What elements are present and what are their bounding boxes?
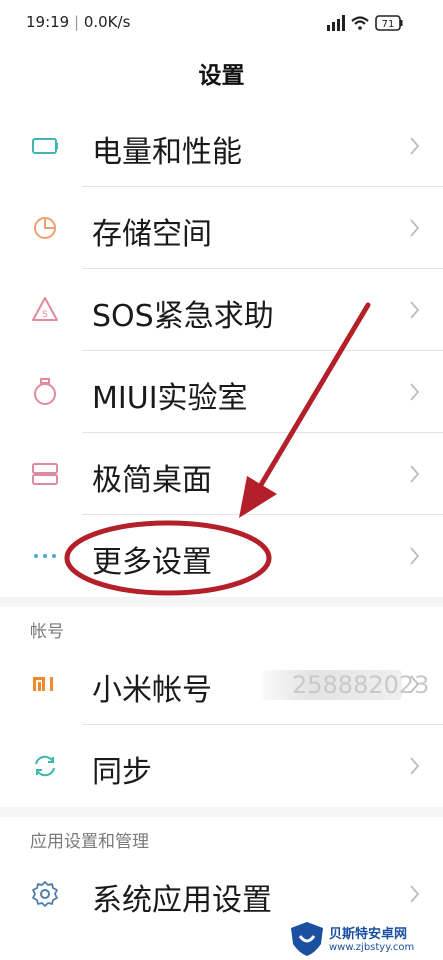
wifi-icon: [351, 16, 369, 30]
item-label: 同步: [92, 755, 152, 790]
item-label: MIUI实验室: [92, 381, 248, 416]
item-label: 更多设置: [92, 545, 212, 580]
watermark-shield-icon: [291, 922, 323, 956]
item-label: 电量和性能: [92, 135, 242, 170]
battery-performance-icon: [32, 138, 58, 154]
more-dots-icon: [34, 554, 56, 558]
signal-icon: [327, 15, 345, 31]
pie-chart-icon: [34, 217, 56, 239]
chevron-right-icon: [410, 137, 420, 155]
flask-icon: [34, 378, 56, 405]
status-time: 19:19 | 0.0K/s: [26, 13, 131, 31]
item-miui-lab[interactable]: MIUI实验室: [0, 351, 443, 433]
status-icons: 71: [327, 13, 417, 33]
gear-icon: [32, 881, 58, 907]
chevron-right-icon: [410, 219, 420, 237]
item-mi-account[interactable]: 小米帐号 258882023: [0, 643, 443, 725]
chevron-right-icon: [410, 383, 420, 401]
chevron-right-icon: [410, 301, 420, 319]
chevron-right-icon: [410, 757, 420, 775]
apps-section-header: 应用设置和管理: [0, 817, 443, 853]
watermark: 贝斯特安卓网 www.zjbstyy.com: [283, 918, 443, 960]
status-bar: 19:19 | 0.0K/s 71: [0, 0, 443, 46]
chevron-right-icon: [410, 885, 420, 903]
item-label: 极简桌面: [92, 463, 212, 498]
section-gap: [0, 807, 443, 817]
watermark-title: 贝斯特安卓网: [329, 927, 408, 942]
chevron-right-icon: [410, 547, 420, 565]
item-label: 系统应用设置: [92, 883, 272, 918]
battery-icon: 71: [375, 15, 403, 31]
page-title: 设置: [198, 63, 245, 89]
account-id: 258882023: [262, 670, 429, 700]
item-label: 存储空间: [92, 217, 212, 252]
section-gap: [0, 597, 443, 607]
layout-icon: [32, 463, 58, 485]
settings-list: 电量和性能 存储空间 S SOS紧急求助 MIUI实验室 极简桌面 更多设置 帐…: [0, 105, 443, 935]
svg-text:71: 71: [382, 19, 395, 30]
item-minimal-desktop[interactable]: 极简桌面: [0, 433, 443, 515]
item-label: 小米帐号: [92, 673, 212, 708]
watermark-url: www.zjbstyy.com: [329, 942, 415, 953]
sync-icon: [35, 755, 55, 777]
item-sos[interactable]: S SOS紧急求助: [0, 269, 443, 351]
item-battery-performance[interactable]: 电量和性能: [0, 105, 443, 187]
chevron-right-icon: [410, 465, 420, 483]
chevron-right-icon: [410, 675, 420, 693]
item-sync[interactable]: 同步: [0, 725, 443, 807]
item-more-settings[interactable]: 更多设置: [0, 515, 443, 597]
account-section-header: 帐号: [0, 607, 443, 643]
sos-warning-icon: S: [32, 297, 58, 321]
item-label: SOS紧急求助: [92, 299, 274, 334]
mi-logo-icon: [33, 677, 53, 691]
svg-text:S: S: [42, 310, 48, 320]
item-storage[interactable]: 存储空间: [0, 187, 443, 269]
